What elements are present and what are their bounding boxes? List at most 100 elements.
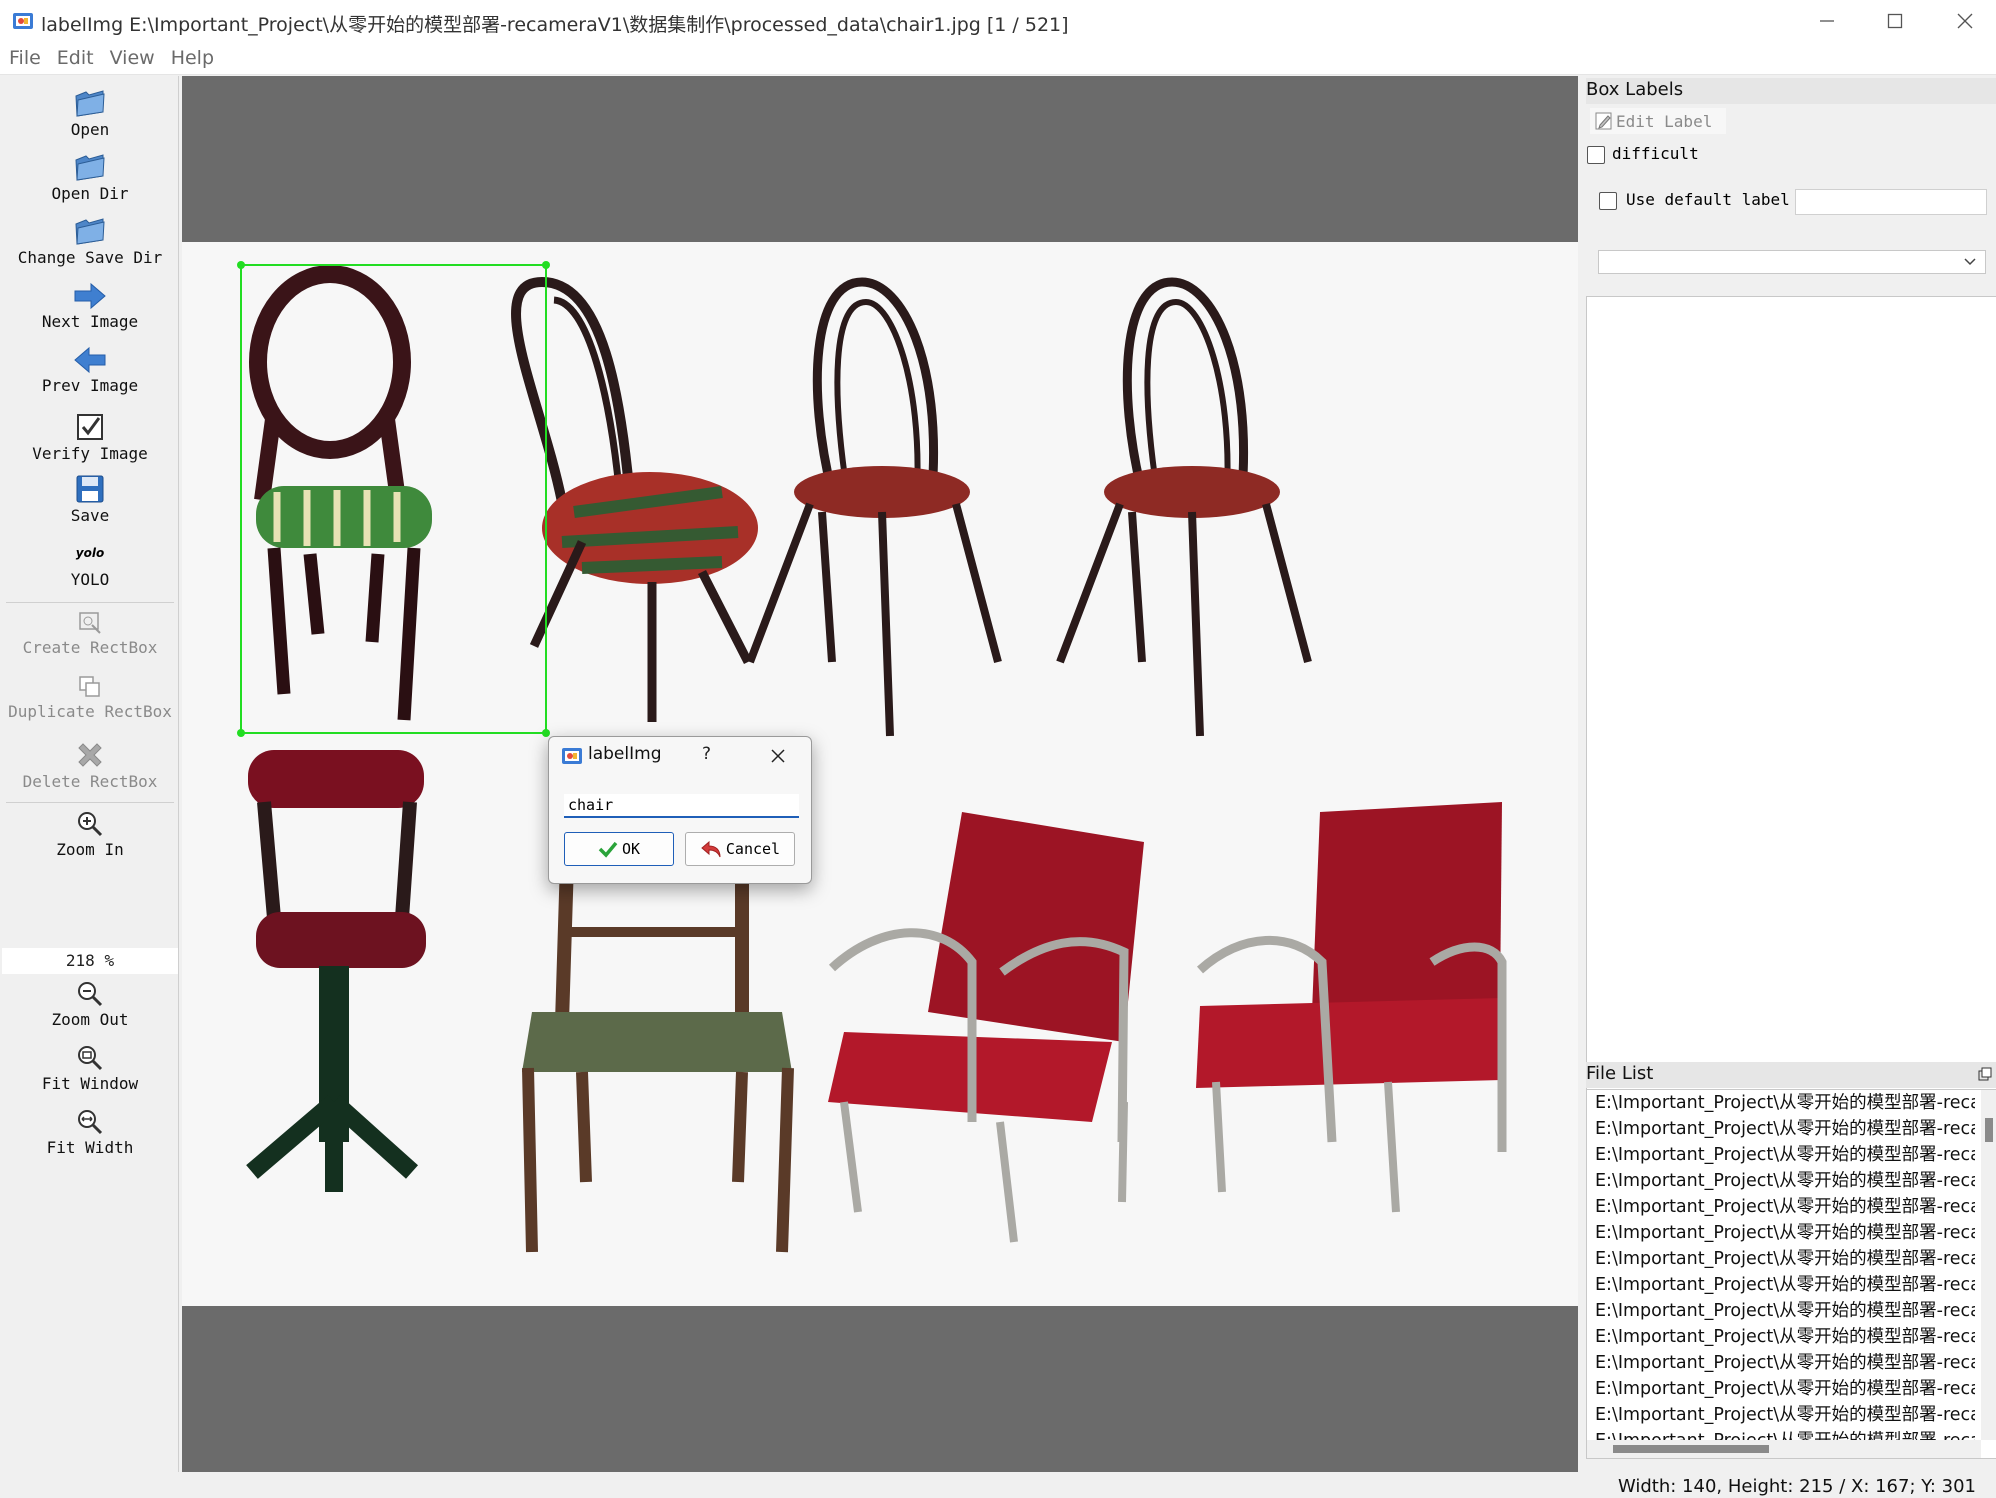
dialog-title: labelImg xyxy=(588,744,662,764)
file-list-item[interactable]: E:\Important_Project\从零开始的模型部署-recameraV… xyxy=(1587,1376,1975,1402)
horizontal-scrollbar[interactable] xyxy=(1587,1440,1981,1458)
right-dock: Box Labels Edit Label difficult Use defa… xyxy=(1582,76,1996,1472)
file-list-item[interactable]: E:\Important_Project\从零开始的模型部署-recameraV… xyxy=(1587,1116,1975,1142)
labelimg-app-icon xyxy=(13,13,33,29)
chair-image-2 xyxy=(511,276,758,722)
chair-image-8 xyxy=(1196,802,1507,1213)
file-list-item[interactable]: E:\Important_Project\从零开始的模型部署-recameraV… xyxy=(1587,1090,1975,1116)
file-list-title: File List xyxy=(1586,1063,1654,1084)
bbox-handle[interactable] xyxy=(542,261,550,269)
file-list-item[interactable]: E:\Important_Project\从零开始的模型部署-recameraV… xyxy=(1587,1272,1975,1298)
format-yolo-button[interactable]: yolo YOLO xyxy=(2,544,178,589)
difficult-checkbox[interactable] xyxy=(1587,146,1605,164)
floppy-disk-icon xyxy=(76,475,104,503)
arrow-right-icon xyxy=(74,282,106,310)
float-dock-icon[interactable] xyxy=(1978,1067,1992,1081)
status-bar: Width: 140, Height: 215 / X: 167; Y: 301 xyxy=(0,1474,1996,1498)
bbox-handle[interactable] xyxy=(237,261,245,269)
difficult-label: difficult xyxy=(1612,144,1699,163)
toolbar-separator xyxy=(6,602,174,603)
file-list-item[interactable]: E:\Important_Project\从零开始的模型部署-recameraV… xyxy=(1587,1246,1975,1272)
fit-width-icon xyxy=(78,1110,103,1135)
label-input[interactable] xyxy=(564,794,799,818)
verify-image-button[interactable]: Verify Image xyxy=(2,412,178,463)
checkbox-checked-icon xyxy=(77,414,103,440)
file-list-item[interactable]: E:\Important_Project\从零开始的模型部署-recameraV… xyxy=(1587,1220,1975,1246)
chair-image-5 xyxy=(246,750,426,1192)
chair-image-3 xyxy=(746,277,1002,737)
save-button[interactable]: Save xyxy=(2,474,178,525)
label-list[interactable] xyxy=(1586,296,1996,1128)
fit-window-icon xyxy=(78,1046,103,1071)
delete-rectbox-button[interactable]: Delete RectBox xyxy=(2,740,178,791)
folder-open-icon xyxy=(75,218,105,245)
create-rectbox-button[interactable]: Create RectBox xyxy=(2,610,178,657)
label-dialog: labelImg ? OK Cancel xyxy=(548,736,812,884)
menu-help[interactable]: Help xyxy=(171,42,214,69)
duplicate-icon xyxy=(79,676,100,697)
cancel-button[interactable]: Cancel xyxy=(685,832,795,866)
menu-file[interactable]: File xyxy=(9,42,41,69)
chair-image-7 xyxy=(828,812,1144,1243)
chairs-image xyxy=(237,261,1507,1253)
use-default-label-checkbox[interactable] xyxy=(1599,192,1617,210)
yolo-icon: yolo xyxy=(75,546,105,560)
file-list-item[interactable]: E:\Important_Project\从零开始的模型部署-recameraV… xyxy=(1587,1402,1975,1428)
left-toolbar: Open Open Dir Change Save Dir Next Image… xyxy=(2,76,179,1472)
file-list-item[interactable]: E:\Important_Project\从零开始的模型部署-recameraV… xyxy=(1587,1324,1975,1350)
close-icon xyxy=(1957,13,1973,29)
edit-pencil-icon xyxy=(1595,112,1612,130)
zoom-out-button[interactable]: Zoom Out xyxy=(2,980,178,1029)
prev-image-button[interactable]: Prev Image xyxy=(2,346,178,395)
zoom-out-icon xyxy=(78,982,103,1007)
close-icon[interactable] xyxy=(770,748,786,764)
ok-button[interactable]: OK xyxy=(564,832,674,866)
chair-photo xyxy=(182,242,1578,1306)
default-label-input[interactable] xyxy=(1795,189,1987,215)
duplicate-rectbox-button[interactable]: Duplicate RectBox xyxy=(2,674,178,721)
scrollbar-thumb[interactable] xyxy=(1985,1118,1993,1142)
file-list-item[interactable]: E:\Important_Project\从零开始的模型部署-recameraV… xyxy=(1587,1428,1975,1440)
toolbar-separator xyxy=(6,802,174,803)
arrow-left-icon xyxy=(74,346,106,374)
file-list-item[interactable]: E:\Important_Project\从零开始的模型部署-recameraV… xyxy=(1587,1350,1975,1376)
bbox-handle[interactable] xyxy=(542,729,550,737)
file-list-items: E:\Important_Project\从零开始的模型部署-recameraV… xyxy=(1587,1090,1975,1440)
edit-label-button[interactable]: Edit Label xyxy=(1590,108,1726,134)
menu-edit[interactable]: Edit xyxy=(57,42,94,69)
box-labels-title: Box Labels xyxy=(1586,79,1684,100)
zoom-in-button[interactable]: Zoom In xyxy=(2,810,178,859)
chair-image-1 xyxy=(249,265,432,721)
zoom-value-spinbox[interactable]: 218 % xyxy=(2,948,178,974)
maximize-button[interactable] xyxy=(1860,0,1930,42)
open-dir-button[interactable]: Open Dir xyxy=(2,152,178,203)
fit-width-button[interactable]: Fit Width xyxy=(2,1108,178,1157)
scrollbar-thumb[interactable] xyxy=(1613,1445,1769,1453)
minimize-button[interactable] xyxy=(1792,0,1862,42)
menu-view[interactable]: View xyxy=(110,42,155,69)
change-save-dir-button[interactable]: Change Save Dir xyxy=(2,216,178,267)
bbox-handle[interactable] xyxy=(237,729,245,737)
chair-image-6 xyxy=(522,861,794,1253)
label-combobox[interactable] xyxy=(1598,250,1986,274)
file-list[interactable]: E:\Important_Project\从零开始的模型部署-recameraV… xyxy=(1586,1089,1996,1459)
image-canvas[interactable] xyxy=(182,76,1578,1472)
checkmark-icon xyxy=(598,841,618,858)
file-list-item[interactable]: E:\Important_Project\从零开始的模型部署-recameraV… xyxy=(1587,1142,1975,1168)
create-rect-icon xyxy=(79,612,101,634)
labelimg-app-icon xyxy=(562,748,582,764)
undo-arrow-icon xyxy=(701,840,721,858)
file-list-item[interactable]: E:\Important_Project\从零开始的模型部署-recameraV… xyxy=(1587,1298,1975,1324)
open-button[interactable]: Open xyxy=(2,88,178,139)
zoom-in-icon xyxy=(78,812,103,837)
file-list-item[interactable]: E:\Important_Project\从零开始的模型部署-recameraV… xyxy=(1587,1168,1975,1194)
window-title: labelImg E:\Important_Project\从零开始的模型部署-… xyxy=(41,14,1069,36)
maximize-icon xyxy=(1887,13,1903,29)
next-image-button[interactable]: Next Image xyxy=(2,282,178,331)
fit-window-button[interactable]: Fit Window xyxy=(2,1044,178,1093)
file-list-item[interactable]: E:\Important_Project\从零开始的模型部署-recameraV… xyxy=(1587,1194,1975,1220)
close-window-button[interactable] xyxy=(1930,0,1996,42)
dialog-help-button[interactable]: ? xyxy=(702,744,711,764)
vertical-scrollbar[interactable] xyxy=(1981,1090,1996,1440)
chair-image-4 xyxy=(1056,277,1312,737)
